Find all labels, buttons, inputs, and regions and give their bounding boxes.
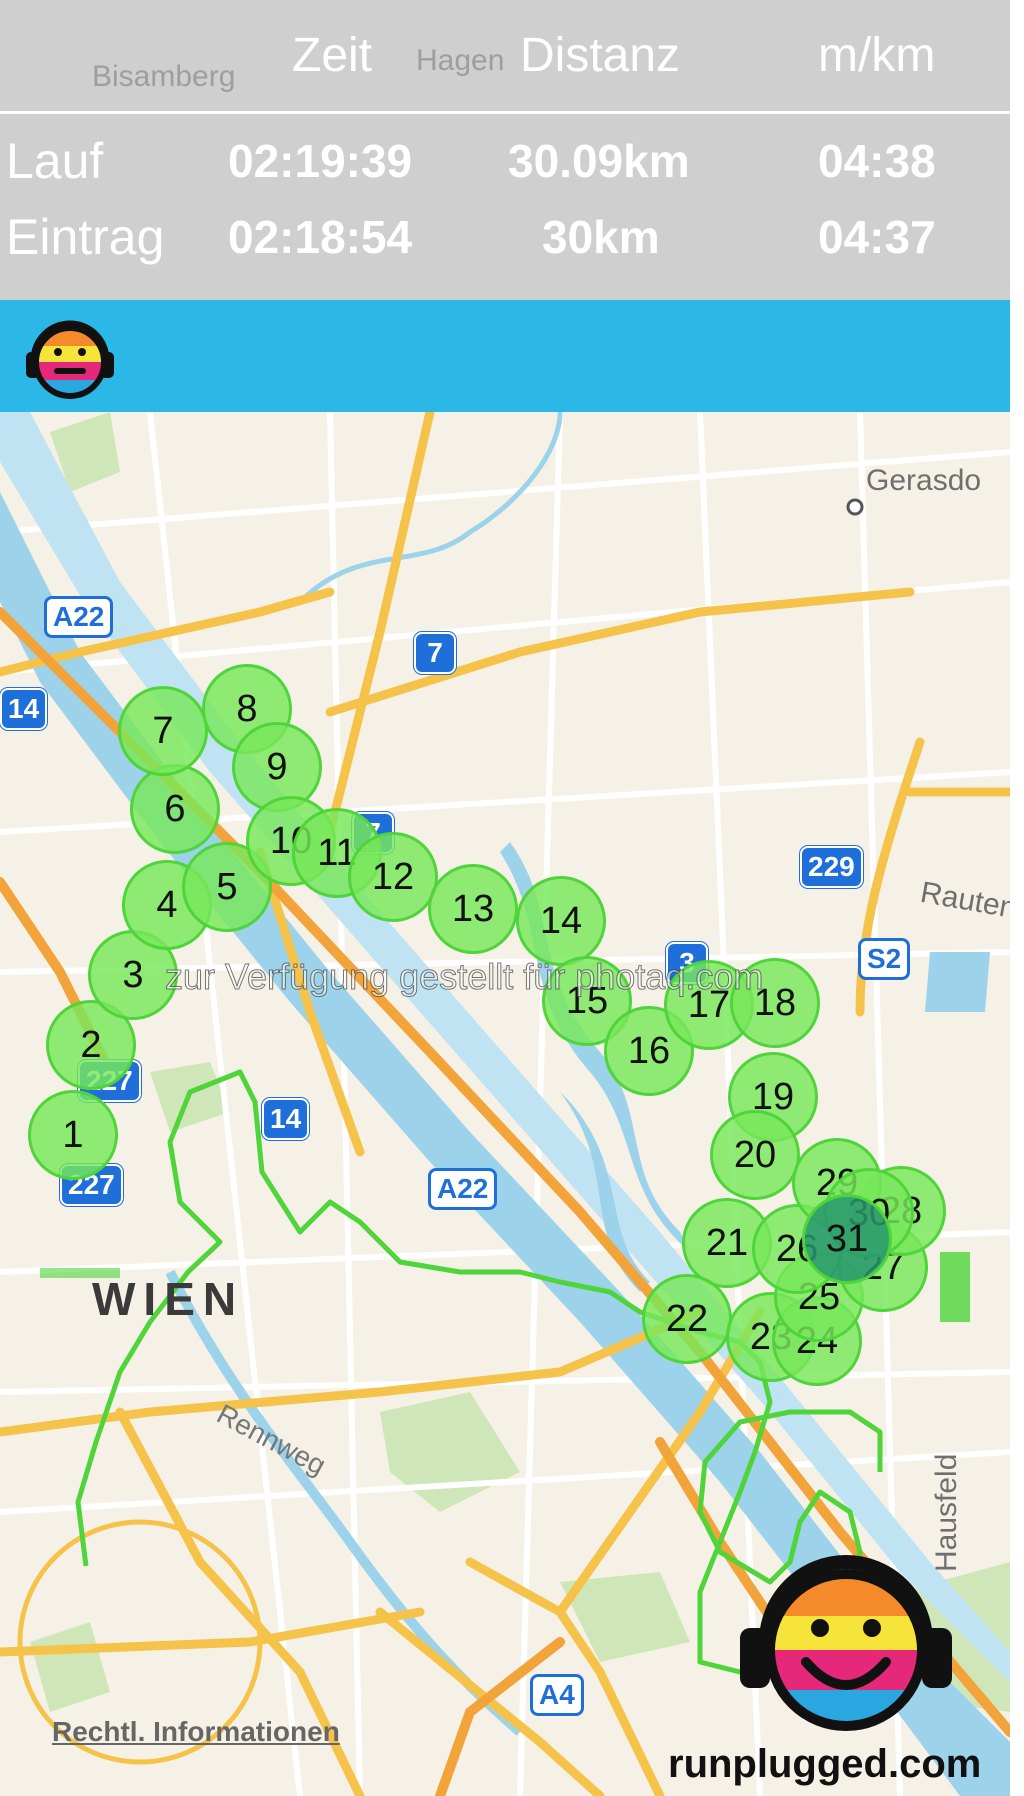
road-shield-7: 7 [414,632,456,674]
road-shield-a22-south: A22 [428,1168,498,1210]
place-wien: WIEN [92,1273,245,1325]
place-gerasdorf: Gerasdo [866,464,982,497]
row-label-run: Lauf [6,133,104,189]
km-marker[interactable]: 31 [802,1194,892,1284]
km-marker[interactable]: 14 [516,876,606,966]
column-header-time: Zeit [292,29,373,82]
km-marker[interactable]: 13 [428,864,518,954]
map-place-hagen: Hagen [416,44,505,77]
road-shield-s2: S2 [858,938,911,980]
column-header-distance: Distanz [520,29,681,82]
runplugged-logo-icon [740,1555,952,1731]
runplugged-face-icon[interactable] [20,312,120,402]
edge-strip [1010,0,1024,1796]
brand-url: runplugged.com [668,1742,982,1786]
legal-info-link[interactable]: Rechtl. Informationen [52,1716,340,1748]
road-shield-a4: A4 [530,1674,584,1716]
map-place-bisamberg: Bisamberg [92,60,236,93]
km-marker[interactable]: 20 [710,1110,800,1200]
app-bar [0,300,1010,412]
run-time: 02:19:39 [228,135,413,187]
entry-distance: 30km [542,211,660,263]
road-shield-14: 14 [0,688,48,730]
watermark-text: zur Verfügung gestellt für photaq.com [164,956,764,998]
km-marker[interactable]: 22 [642,1274,732,1364]
run-distance: 30.09km [508,135,690,187]
km-marker[interactable]: 1 [28,1090,118,1180]
km-marker[interactable]: 12 [348,832,438,922]
road-shield-a22: A22 [44,596,114,638]
row-label-entry: Eintrag [6,209,165,265]
entry-pace: 04:37 [818,211,936,263]
entry-time: 02:18:54 [228,211,413,263]
road-shield-229: 229 [800,846,863,888]
run-pace: 04:38 [818,135,936,187]
km-marker[interactable]: 6 [130,764,220,854]
header-divider [0,111,1010,114]
km-marker[interactable]: 7 [118,686,208,776]
stats-header: Bisamberg Hagen Zeit Distanz m/km Lauf 0… [0,0,1010,300]
road-shield-14-south: 14 [262,1098,310,1140]
column-header-pace: m/km [818,29,936,82]
